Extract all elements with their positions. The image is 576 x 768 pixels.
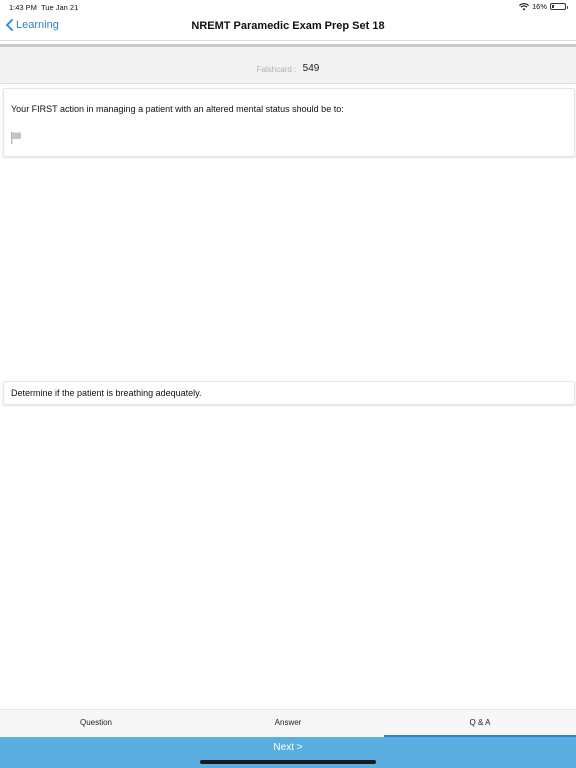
next-button[interactable]: Next > <box>0 742 576 753</box>
question-text: Your FIRST action in managing a patient … <box>11 104 344 114</box>
status-right: 16% <box>519 2 568 11</box>
answer-text: Determine if the patient is breathing ad… <box>11 388 202 398</box>
battery-icon <box>550 3 568 10</box>
status-time: 1:43 PM <box>9 3 37 12</box>
tab-question[interactable]: Question <box>0 710 192 737</box>
flashcard-number: 549 <box>302 63 320 74</box>
wifi-icon <box>519 2 529 10</box>
tab-answer[interactable]: Answer <box>192 710 384 737</box>
page-title: NREMT Paramedic Exam Prep Set 18 <box>191 20 385 32</box>
flag-icon[interactable] <box>10 131 22 150</box>
tab-bar: Question Answer Q & A <box>0 709 576 738</box>
home-indicator[interactable] <box>200 760 376 764</box>
answer-card: Determine if the patient is breathing ad… <box>3 381 575 405</box>
status-bar: 1:43 PM Tue Jan 21 16% <box>0 0 576 14</box>
flashcard-label: Falshcard : <box>256 65 297 74</box>
battery-percent: 16% <box>531 2 547 11</box>
status-date: Tue Jan 21 <box>41 3 79 12</box>
question-card: Your FIRST action in managing a patient … <box>3 88 575 157</box>
navigation-bar: Learning NREMT Paramedic Exam Prep Set 1… <box>0 14 576 41</box>
flashcard-header: Falshcard : 549 <box>0 47 576 84</box>
tab-q-and-a[interactable]: Q & A <box>384 710 576 738</box>
